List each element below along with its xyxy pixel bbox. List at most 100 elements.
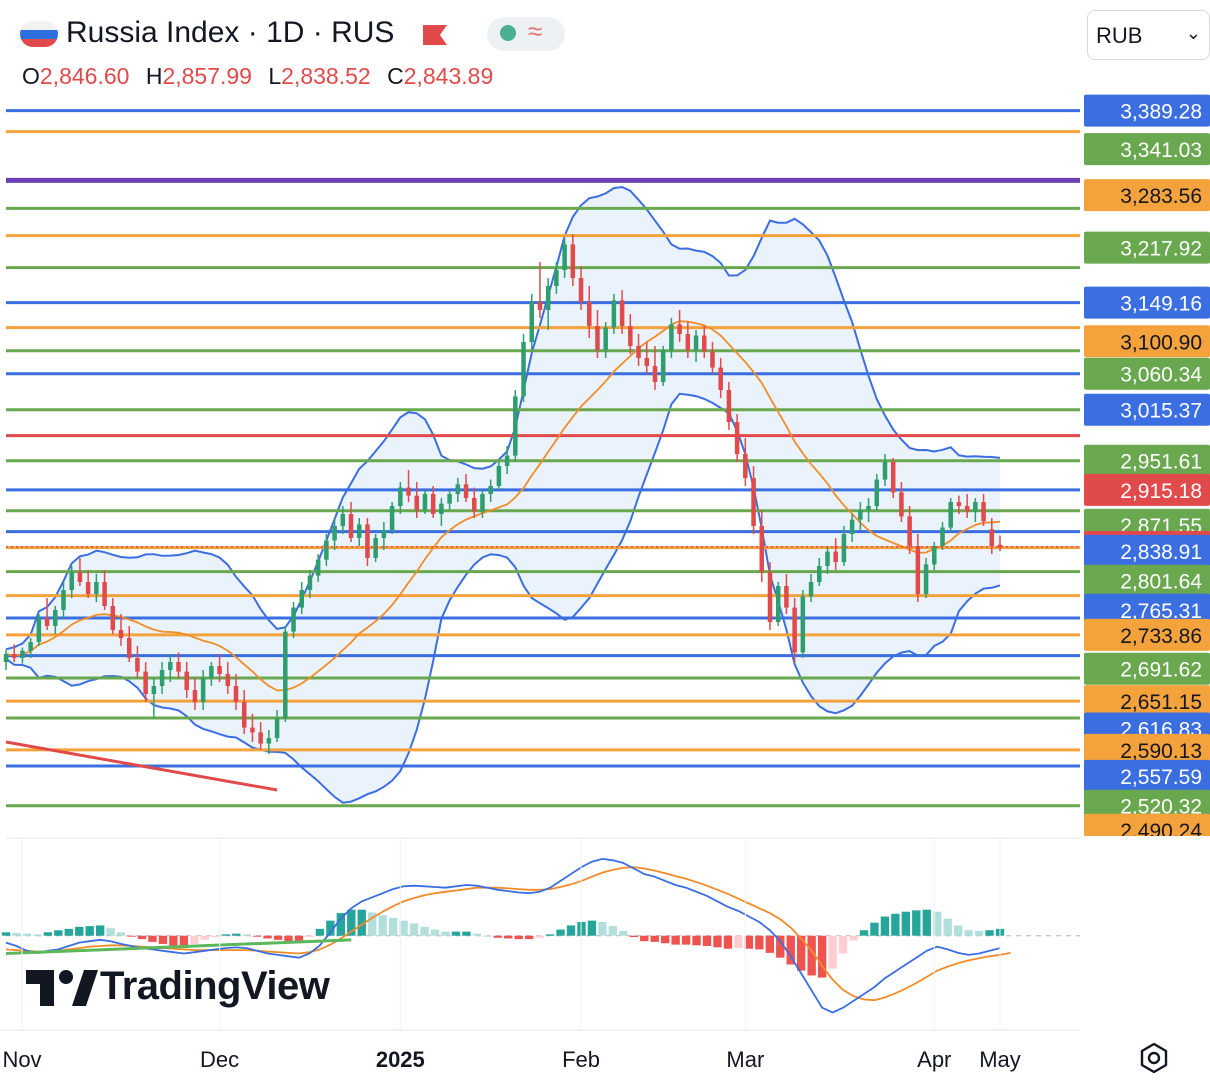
bollinger-band	[5, 185, 1001, 804]
candle-body	[669, 324, 674, 350]
candle-body	[266, 738, 272, 744]
low-label: L	[268, 63, 282, 89]
histogram-bar	[493, 935, 502, 938]
visibility-dot-icon[interactable]	[500, 25, 516, 41]
price-label: 3,060.34	[1084, 357, 1210, 390]
candle-body	[422, 494, 428, 510]
price-label: 3,100.90	[1084, 325, 1210, 358]
histogram-bar	[755, 935, 764, 950]
candle-body	[241, 702, 247, 728]
candle-body	[348, 514, 354, 538]
candle-body	[932, 546, 937, 565]
histogram-bar	[650, 935, 659, 942]
candle-body	[28, 642, 33, 651]
candle-body	[586, 302, 592, 326]
candle-body	[866, 506, 871, 510]
candle-body	[430, 494, 436, 514]
histogram-bar	[640, 935, 649, 942]
candle-body	[964, 506, 970, 512]
histogram-bar	[891, 913, 900, 936]
histogram-bar	[744, 935, 754, 949]
histogram-bar	[964, 930, 973, 936]
candle-body	[406, 487, 411, 496]
price-axis[interactable]: 3,389.28 3,341.03 3,283.56 3,217.92 3,149.16…	[1080, 0, 1210, 1085]
histogram-bar	[859, 930, 869, 936]
price-label: 3,341.03	[1084, 133, 1210, 166]
candle-body	[693, 335, 699, 350]
histogram-bar	[598, 922, 607, 936]
price-chart[interactable]: 100.000.00−100.00 3,389.283,341.033,283.…	[0, 0, 1210, 1085]
band-fill	[6, 187, 1000, 803]
tradingview-logo-icon[interactable]	[26, 966, 98, 1012]
time-axis[interactable]: Nov Dec 2025 Feb Mar Apr May	[0, 838, 1080, 1072]
price-label-text: 3,217.92	[1120, 238, 1202, 261]
candle-body	[447, 494, 452, 504]
candle-body	[652, 366, 658, 382]
candle-body	[250, 727, 255, 733]
histogram-bar	[985, 930, 994, 936]
price-label-text: 2,951.61	[1120, 451, 1202, 474]
indicator-wave-icon[interactable]: ≈	[528, 16, 542, 47]
flag-marker-icon[interactable]	[423, 25, 447, 45]
candle-body	[61, 590, 66, 610]
histogram-bar	[953, 925, 963, 936]
price-label-text: 2,801.64	[1120, 571, 1202, 594]
histogram-bar	[158, 935, 168, 944]
candle-body	[545, 286, 551, 310]
histogram-bar	[137, 935, 147, 940]
candle-body	[200, 678, 206, 702]
candle-body	[611, 300, 617, 328]
settings-gear-icon[interactable]	[1138, 1042, 1170, 1074]
histogram-bar	[284, 935, 293, 942]
symbol-title[interactable]: Russia Index · 1D · RUS	[66, 16, 394, 50]
price-label: 3,283.56	[1084, 179, 1210, 212]
histogram-bar	[95, 925, 105, 936]
candle-body	[718, 367, 723, 390]
candle-body	[283, 631, 288, 718]
histogram-bar	[451, 931, 461, 936]
histogram-bar	[514, 935, 523, 940]
candle-body	[356, 524, 362, 538]
candle-body	[940, 527, 945, 546]
currency-select[interactable]: RUB ⌄	[1087, 10, 1210, 60]
histogram-bar	[12, 932, 21, 936]
histogram-bar	[912, 910, 921, 936]
indicator-toggle-pill[interactable]	[487, 17, 565, 51]
open-value: 2,846.60	[39, 63, 130, 89]
histogram-bar	[273, 935, 283, 940]
candle-body	[225, 674, 231, 686]
price-label: 2,691.62	[1084, 652, 1210, 685]
time-tick-label: May	[979, 1047, 1021, 1072]
candle-body	[628, 326, 633, 346]
russia-flag-icon	[20, 21, 58, 47]
histogram-bar	[33, 934, 42, 936]
histogram-bar	[441, 931, 450, 936]
histogram-bar	[263, 935, 272, 939]
candle-body	[578, 278, 584, 302]
candle-body	[324, 540, 329, 560]
chevron-down-icon: ⌄	[1185, 23, 1201, 43]
candle-body	[159, 670, 165, 686]
price-label: 3,217.92	[1084, 231, 1210, 264]
histogram-bar	[200, 935, 209, 940]
histogram-bar	[430, 929, 440, 936]
candle-body	[973, 502, 978, 512]
price-label-text: 3,060.34	[1120, 364, 1202, 387]
price-label-text: 2,915.18	[1120, 480, 1202, 503]
histogram-bar	[901, 911, 911, 936]
price-label: 2,915.18	[1084, 473, 1210, 506]
candle-body	[143, 671, 148, 694]
candle-body	[817, 566, 822, 582]
candle-body	[176, 662, 181, 672]
candle-body	[209, 666, 214, 678]
tradingview-wordmark[interactable]: TradingView	[100, 964, 330, 1009]
price-label: 2,951.61	[1084, 444, 1210, 477]
candle-body	[595, 326, 600, 350]
histogram-bar	[305, 935, 314, 938]
price-label-text: 2,733.86	[1120, 625, 1202, 648]
histogram-bar	[127, 935, 136, 937]
candle-body	[36, 618, 42, 642]
candle-body	[110, 606, 116, 630]
candle-body	[981, 502, 986, 522]
candle-body	[192, 690, 198, 702]
